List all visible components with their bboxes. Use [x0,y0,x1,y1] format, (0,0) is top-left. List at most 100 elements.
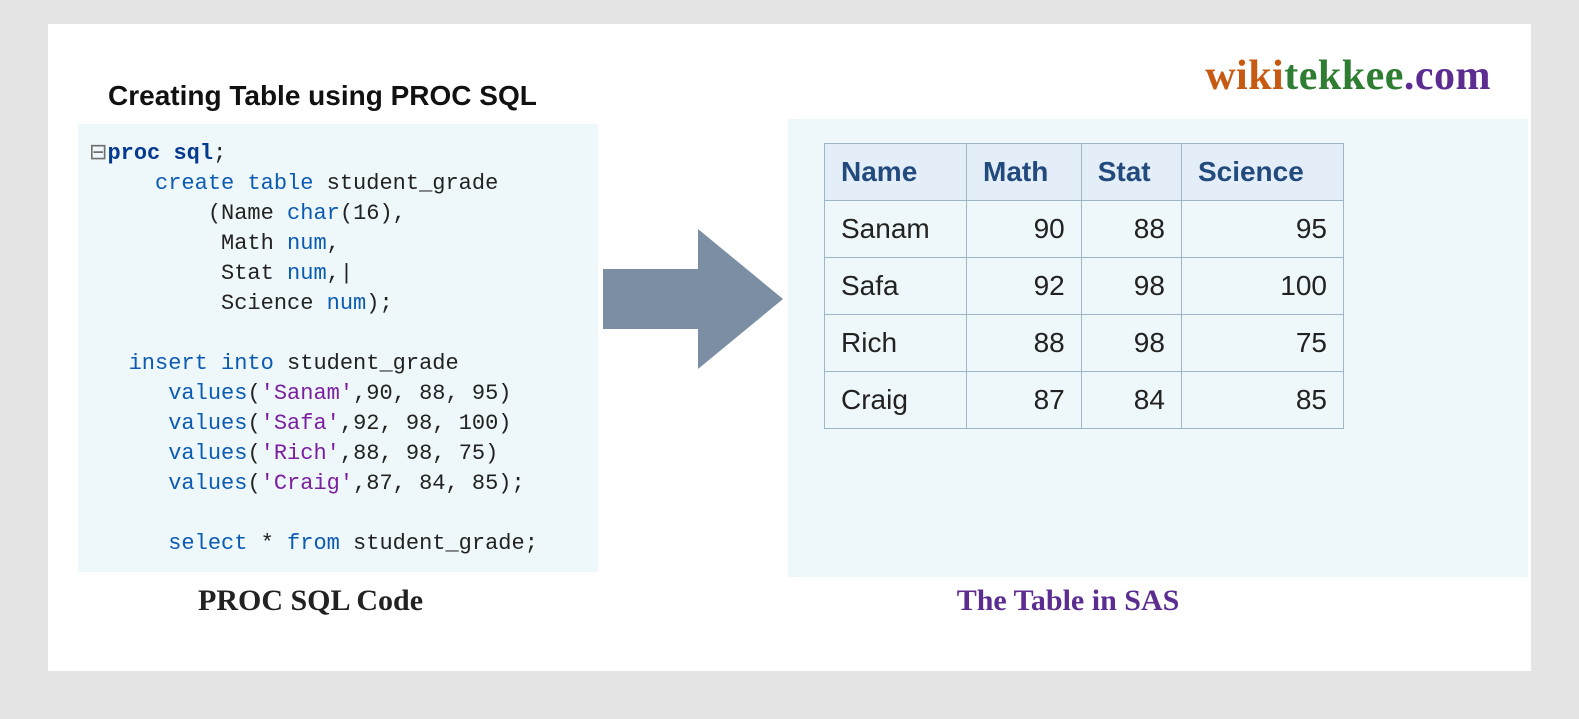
table-row: Safa 92 98 100 [825,258,1344,315]
brand-logo: wikitekkee.com [1205,52,1491,100]
code-text: Science [89,291,327,316]
kw-values: values [168,381,247,406]
caption-right: The Table in SAS [808,584,1328,618]
str-lit: 'Sanam' [261,381,353,406]
code-text: 84 [419,471,445,496]
code-text: , [340,411,353,436]
cell-science: 75 [1181,315,1343,372]
kw-num: num [287,231,327,256]
code-text: ) [498,411,511,436]
kw-create: create [155,171,234,196]
cell-math: 88 [967,315,1082,372]
str-lit: 'Craig' [261,471,353,496]
code-text: 88 [353,441,379,466]
brand-part1: wiki [1205,53,1284,99]
code-text [89,531,168,556]
code-text: , [432,411,458,436]
table-row: Craig 87 84 85 [825,372,1344,429]
code-text: 75 [459,441,485,466]
code-text: , [432,441,458,466]
fold-toggle-icon: ⊟ [89,141,107,166]
kw-sql: sql [160,141,213,166]
code-text: student_grade [274,351,459,376]
kw-char: char [287,201,340,226]
code-text: ( [340,201,353,226]
kw-values: values [168,441,247,466]
code-text: 87 [366,471,392,496]
code-text: 85 [472,471,498,496]
cell-stat: 84 [1081,372,1181,429]
col-header-science: Science [1181,144,1343,201]
code-text: Math [89,231,287,256]
arrow-right-icon [603,224,783,374]
code-text: ) [498,381,511,406]
brand-part2: tekkee [1284,53,1404,99]
code-text: student_grade [313,171,498,196]
code-text: , [379,441,405,466]
code-text: ( [247,471,260,496]
code-text: ( [247,411,260,436]
code-text: * [247,531,287,556]
cell-name: Safa [825,258,967,315]
kw-insert: insert [129,351,208,376]
kw-into: into [221,351,274,376]
text-cursor-icon: | [340,261,353,286]
kw-num: num [287,261,327,286]
col-header-math: Math [967,144,1082,201]
col-header-name: Name [825,144,967,201]
code-text: , [327,231,340,256]
code-text: 98 [406,411,432,436]
slide-canvas: wikitekkee.com Creating Table using PROC… [48,24,1531,671]
code-text: student_grade; [340,531,538,556]
kw-values: values [168,411,247,436]
code-text: , [393,471,419,496]
code-text: 98 [406,441,432,466]
code-text: 95 [472,381,498,406]
cell-science: 95 [1181,201,1343,258]
code-text: 92 [353,411,379,436]
code-text: (Name [89,201,287,226]
code-text: ); [498,471,524,496]
table-row: Rich 88 98 75 [825,315,1344,372]
sas-output-panel: Name Math Stat Science Sanam 90 88 95 Sa… [788,119,1528,577]
kw-values: values [168,471,247,496]
code-text: , [327,261,340,286]
code-text [89,171,155,196]
table-row: Sanam 90 88 95 [825,201,1344,258]
code-text: 90 [366,381,392,406]
code-text: , [445,381,471,406]
code-text: , [393,381,419,406]
cell-stat: 98 [1081,315,1181,372]
code-text [234,171,247,196]
code-text: , [353,471,366,496]
code-text [89,441,168,466]
page-title: Creating Table using PROC SQL [108,80,537,112]
code-text: Stat [89,261,287,286]
cell-math: 87 [967,372,1082,429]
code-text: 100 [459,411,499,436]
code-text [89,351,129,376]
cell-name: Craig [825,372,967,429]
code-text: , [340,441,353,466]
col-header-stat: Stat [1081,144,1181,201]
code-text: , [379,411,405,436]
kw-proc: proc [107,141,160,166]
cell-math: 92 [967,258,1082,315]
sas-output-table: Name Math Stat Science Sanam 90 88 95 Sa… [824,143,1344,429]
code-text: 88 [419,381,445,406]
cell-stat: 88 [1081,201,1181,258]
cell-science: 85 [1181,372,1343,429]
table-header-row: Name Math Stat Science [825,144,1344,201]
code-text: ; [213,141,226,166]
code-text [89,411,168,436]
code-text: 16 [353,201,379,226]
caption-left: PROC SQL Code [198,584,423,618]
kw-num: num [327,291,367,316]
code-text: ), [379,201,405,226]
sql-code-box: ⊟proc sql; create table student_grade (N… [78,124,598,572]
code-text [89,471,168,496]
code-text: ); [366,291,392,316]
code-text: ( [247,381,260,406]
str-lit: 'Safa' [261,411,340,436]
code-text: , [353,381,366,406]
